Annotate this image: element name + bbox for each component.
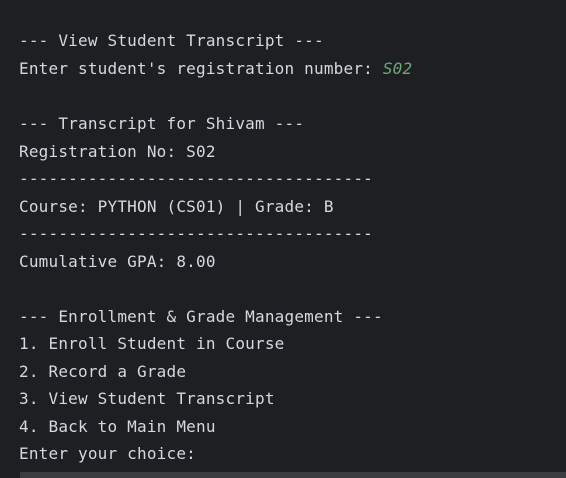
registration-input-echo: S02 [382,59,413,78]
registration-number-line: Registration No: S02 [19,142,216,161]
console-output[interactable]: --- View Student Transcript --- Enter st… [0,0,566,478]
menu-option-record-grade: 2. Record a Grade [19,362,187,381]
transcript-header: --- Transcript for Shivam --- [19,114,305,133]
cumulative-gpa-line: Cumulative GPA: 8.00 [19,252,216,271]
separator-line: ------------------------------------ [19,169,373,188]
menu-option-enroll: 1. Enroll Student in Course [19,334,285,353]
choice-prompt: Enter your choice: [19,444,206,463]
horizontal-scrollbar[interactable] [20,472,566,478]
section-header-view-transcript: --- View Student Transcript --- [19,31,324,50]
menu-option-view-transcript: 3. View Student Transcript [19,389,275,408]
registration-prompt-text: Enter student's registration number: [19,59,383,78]
separator-line: ------------------------------------ [19,224,373,243]
menu-header: --- Enrollment & Grade Management --- [19,307,383,326]
menu-option-back: 4. Back to Main Menu [19,417,216,436]
course-grade-line: Course: PYTHON (CS01) | Grade: B [19,197,334,216]
registration-prompt: Enter student's registration number: S02 [19,57,412,81]
